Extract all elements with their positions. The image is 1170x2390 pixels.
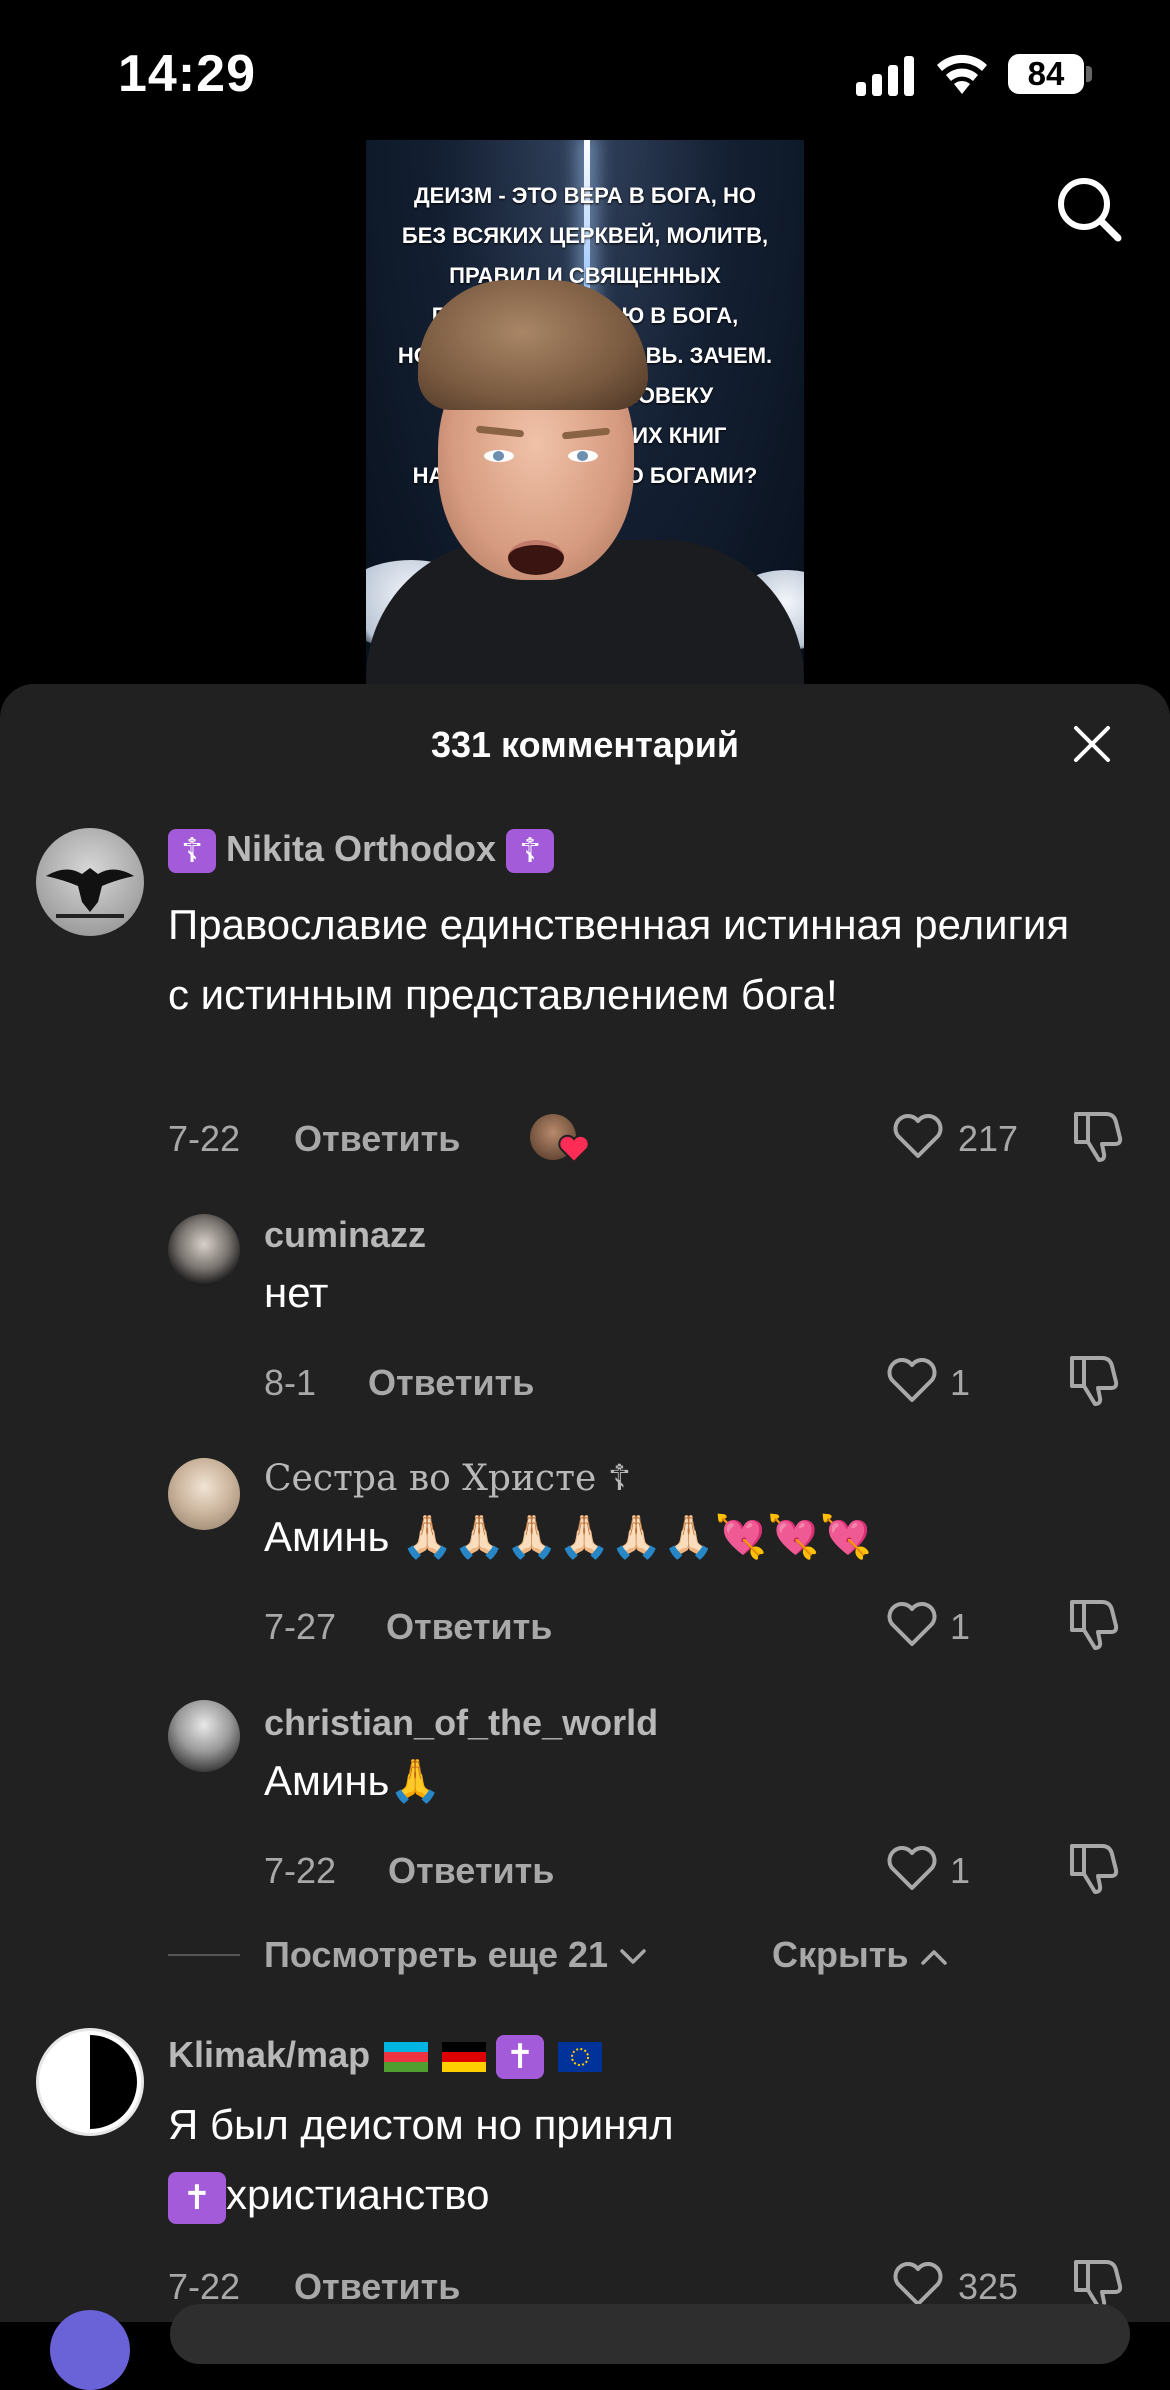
comment-date: 8-1 — [264, 1362, 317, 1403]
comment-date: 7-22 — [168, 2266, 241, 2307]
like-count: 1 — [950, 1850, 971, 1891]
chevron-up-icon — [920, 1950, 947, 1966]
comment-input-bar[interactable] — [170, 2304, 1130, 2364]
my-avatar — [50, 2310, 130, 2390]
flag-azerbaijan-icon — [384, 2042, 429, 2073]
heart-icon[interactable] — [886, 1356, 938, 1404]
hide-replies-button[interactable]: Скрыть — [772, 1934, 949, 1976]
avatar[interactable] — [36, 828, 144, 936]
orthodox-cross-icon: ☦ — [168, 829, 216, 874]
status-bar: 14:29 84 — [0, 0, 1170, 140]
reply-button[interactable]: Ответить — [294, 2266, 460, 2308]
reply-button[interactable]: Ответить — [294, 1118, 460, 1160]
comment-date: 7-22 — [168, 1118, 241, 1159]
flag-eu-icon — [558, 2042, 603, 2073]
avatar[interactable] — [168, 1214, 240, 1286]
battery-tip — [1086, 66, 1092, 82]
comment-username[interactable]: Сестра во Христе ☦ — [264, 1458, 631, 1499]
dislike-icon[interactable] — [1066, 1596, 1120, 1652]
heart-icon[interactable] — [886, 1600, 938, 1648]
close-icon[interactable] — [1072, 724, 1112, 764]
comment-text: нет — [264, 1269, 329, 1316]
cross-icon: ✝ — [496, 2035, 545, 2080]
eagle-icon — [46, 868, 134, 918]
like-count: 217 — [958, 1118, 1019, 1159]
status-time: 14:29 — [118, 45, 256, 103]
comment-username[interactable]: ☦ Nikita Orthodox ☦ — [168, 828, 555, 874]
heart-icon[interactable] — [892, 2260, 944, 2308]
comment-username[interactable]: cuminazz — [264, 1214, 426, 1256]
heart-icon[interactable] — [886, 1844, 938, 1892]
cellular-signal-icon — [856, 56, 914, 96]
comment-text: Аминь 🙏🏻🙏🏻🙏🏻🙏🏻🙏🏻🙏🏻💘💘💘 — [264, 1513, 872, 1560]
video-preview[interactable]: ДЕИЗМ - ЭТО ВЕРА В БОГА, НО БЕЗ ВСЯКИХ Ц… — [366, 140, 804, 684]
dislike-icon[interactable] — [1070, 1108, 1124, 1164]
battery-indicator: 84 — [1008, 54, 1084, 94]
flag-germany-icon — [442, 2042, 487, 2073]
reply-button[interactable]: Ответить — [388, 1850, 554, 1892]
comments-sheet: 331 комментарий ☦ Nikita Orthodox ☦ Прав… — [0, 684, 1170, 2390]
comment-text: Аминь🙏 — [264, 1757, 442, 1804]
chevron-down-icon — [620, 1949, 646, 1965]
comment-text: Православие единственная истинная религи… — [168, 901, 1070, 1018]
view-more-replies-button[interactable]: Посмотреть еще 21 — [264, 1934, 648, 1976]
heart-icon[interactable] — [892, 1112, 944, 1160]
comment-username[interactable]: Klimak/map ✝ — [168, 2034, 603, 2080]
like-count: 1 — [950, 1362, 971, 1403]
comment-username[interactable]: christian_of_the_world — [264, 1702, 658, 1744]
avatar[interactable] — [168, 1458, 240, 1530]
orthodox-cross-icon: ☦ — [506, 829, 555, 874]
comment-date: 7-22 — [264, 1850, 337, 1891]
dislike-icon[interactable] — [1066, 1840, 1120, 1896]
presenter-face — [366, 260, 804, 684]
avatar[interactable] — [36, 2028, 144, 2136]
avatar[interactable] — [168, 1700, 240, 1772]
creator-heart-icon — [558, 1134, 590, 1164]
comments-count-title: 331 комментарий — [430, 724, 740, 765]
reply-button[interactable]: Ответить — [368, 1362, 534, 1404]
cross-icon: ✝ — [168, 2171, 226, 2224]
comment-date: 7-27 — [264, 1606, 337, 1647]
like-count: 1 — [950, 1606, 971, 1647]
wifi-icon — [937, 54, 987, 94]
dislike-icon[interactable] — [1066, 1352, 1120, 1408]
search-icon[interactable] — [1054, 174, 1124, 244]
like-count: 325 — [958, 2266, 1019, 2307]
reply-button[interactable]: Ответить — [386, 1606, 552, 1648]
replies-divider — [168, 1954, 240, 1956]
comment-text: Я был деистом но принял ✝ христианство — [168, 2090, 1088, 2230]
